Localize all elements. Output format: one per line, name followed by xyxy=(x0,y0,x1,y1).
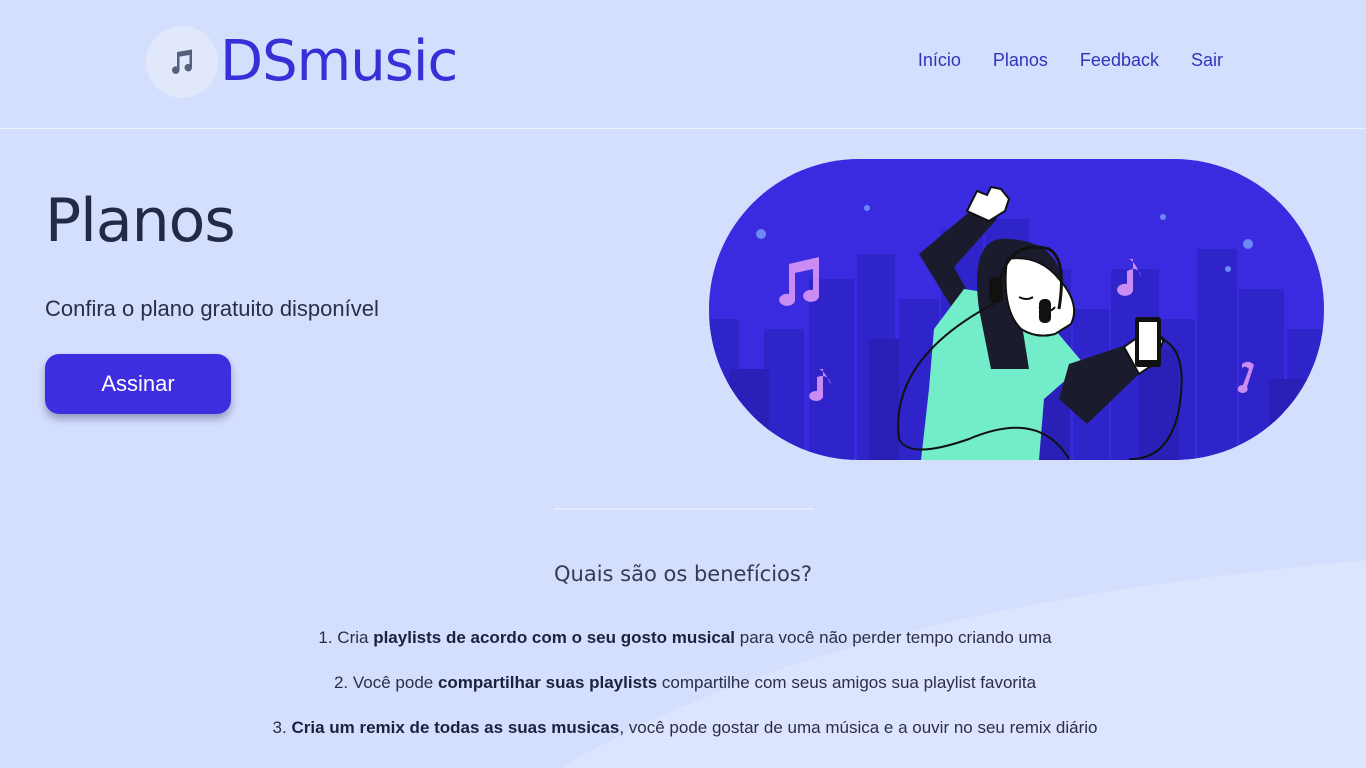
main-nav: Início Planos Feedback Sair xyxy=(918,50,1223,71)
benefit-item: 3. Cria um remix de todas as suas musica… xyxy=(0,718,1366,763)
benefits-title: Quais são os benefícios? xyxy=(554,562,812,586)
music-note-icon xyxy=(146,26,218,98)
brand-name: DSmusic xyxy=(220,29,458,94)
nav-link-feedback[interactable]: Feedback xyxy=(1080,50,1159,71)
brand-logo[interactable]: DSmusic xyxy=(146,26,458,98)
benefit-highlight: compartilhar suas playlists xyxy=(437,673,658,692)
music-listener-illustration xyxy=(709,159,1324,460)
benefit-number: 1. xyxy=(318,628,333,647)
benefit-highlight: Cria um remix de todas as suas musicas xyxy=(291,718,620,737)
benefit-text: , você pode gostar de uma música e a ouv… xyxy=(619,718,1098,737)
nav-link-sair[interactable]: Sair xyxy=(1191,50,1223,71)
benefit-number: 3. xyxy=(272,718,287,737)
section-divider xyxy=(554,508,814,510)
benefit-highlight: playlists de acordo com o seu gosto musi… xyxy=(373,628,736,647)
benefit-text: Você pode xyxy=(352,673,438,692)
benefit-text: para você não perder tempo criando uma xyxy=(735,628,1052,647)
nav-link-planos[interactable]: Planos xyxy=(993,50,1048,71)
page-title: Planos xyxy=(45,186,236,256)
site-header: DSmusic Início Planos Feedback Sair xyxy=(0,0,1366,129)
benefit-number: 2. xyxy=(333,673,349,692)
benefits-list: 1. Cria playlists de acordo com o seu go… xyxy=(0,628,1366,763)
benefit-text: compartilhe com seus amigos sua playlist… xyxy=(657,673,1037,692)
nav-link-inicio[interactable]: Início xyxy=(918,50,961,71)
subscribe-button[interactable]: Assinar xyxy=(45,354,231,414)
benefit-text: Cria xyxy=(337,628,374,647)
benefit-item: 2. Você pode compartilhar suas playlists… xyxy=(0,673,1366,718)
page-subtitle: Confira o plano gratuito disponível xyxy=(45,296,379,321)
benefit-item: 1. Cria playlists de acordo com o seu go… xyxy=(0,628,1366,673)
